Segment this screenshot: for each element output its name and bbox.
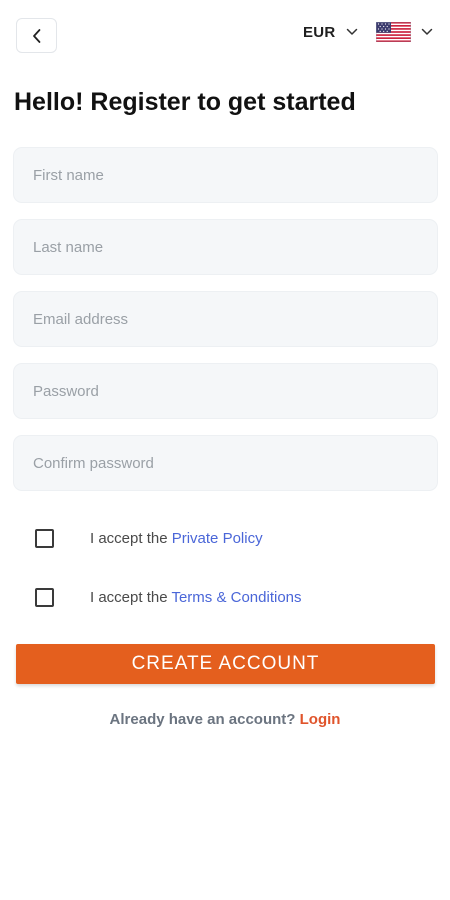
language-selector[interactable] (376, 21, 433, 43)
last-name-input[interactable] (14, 220, 437, 274)
password-input[interactable] (14, 364, 437, 418)
privacy-consent-text: I accept the Private Policy (90, 530, 263, 547)
privacy-policy-link[interactable]: Private Policy (172, 530, 263, 547)
email-field-container (13, 291, 438, 347)
privacy-policy-checkbox[interactable] (35, 528, 54, 548)
create-account-button[interactable]: CREATE ACCOUNT (16, 644, 435, 684)
login-link[interactable]: Login (300, 711, 341, 728)
chevron-down-icon (346, 28, 357, 35)
login-question: Already have an account? (109, 711, 300, 728)
chevron-left-icon (32, 28, 40, 43)
currency-selector[interactable]: EUR (303, 22, 358, 42)
first-name-field-container (13, 147, 438, 203)
password-field-container (13, 363, 438, 419)
first-name-input[interactable] (14, 148, 437, 202)
page-title: Hello! Register to get started (14, 88, 356, 116)
last-name-field-container (13, 219, 438, 275)
terms-consent-text: I accept the Terms & Conditions (90, 589, 302, 606)
confirm-password-input[interactable] (14, 436, 437, 490)
terms-checkbox[interactable] (35, 587, 54, 607)
confirm-password-field-container (13, 435, 438, 491)
chevron-down-icon (421, 28, 433, 35)
terms-consent-prefix: I accept the (90, 588, 172, 606)
currency-label: EUR (303, 23, 336, 41)
privacy-consent-row: I accept the Private Policy (35, 527, 263, 549)
terms-link[interactable]: Terms & Conditions (171, 589, 301, 606)
us-flag-icon (376, 22, 411, 42)
back-button[interactable] (16, 18, 57, 53)
email-input[interactable] (14, 292, 437, 346)
login-prompt: Already have an account? Login (0, 711, 450, 728)
privacy-consent-prefix: I accept the (90, 529, 172, 547)
terms-consent-row: I accept the Terms & Conditions (35, 586, 302, 608)
